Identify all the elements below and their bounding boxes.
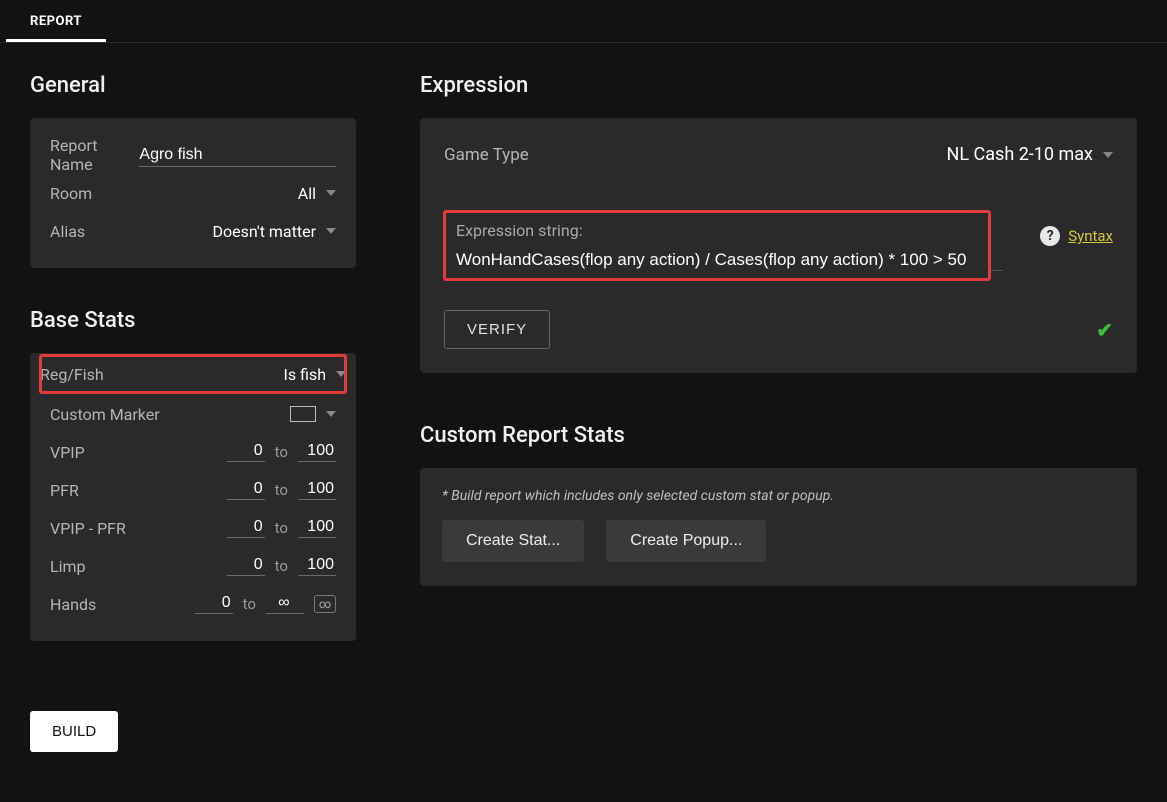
chevron-down-icon [336,371,346,377]
custom-report-card: * Build report which includes only selec… [420,468,1137,586]
tab-report[interactable]: REPORT [6,0,106,42]
hands-to-input[interactable] [266,594,304,614]
pfr-to-input[interactable] [298,480,336,500]
hands-label: Hands [50,595,96,614]
to-word: to [275,481,288,499]
to-word: to [275,557,288,575]
general-card: Report Name Room All Alias Doesn't matte… [30,118,356,268]
expression-card: Game Type NL Cash 2-10 max ? Syntax Expr… [420,118,1137,373]
verify-button[interactable]: VERIFY [444,310,550,349]
pfr-from-input[interactable] [227,480,265,500]
chevron-down-icon [1103,152,1113,158]
expression-string-input[interactable] [456,250,978,270]
vpip-from-input[interactable] [227,442,265,462]
vpip-pfr-to-input[interactable] [298,518,336,538]
alias-label: Alias [50,222,85,241]
regfish-label: Reg/Fish [40,365,104,384]
pfr-label: PFR [50,481,79,500]
room-value: All [298,184,316,203]
create-popup-button[interactable]: Create Popup... [606,520,766,562]
general-heading: General [30,73,356,98]
vpip-label: VPIP [50,443,85,462]
chevron-down-icon [326,190,336,196]
tab-bar: REPORT [0,0,1167,43]
game-type-label: Game Type [444,145,529,165]
room-label: Room [50,184,92,203]
custom-report-note: * Build report which includes only selec… [442,488,1115,504]
regfish-dropdown[interactable]: Is fish [283,365,346,384]
limp-to-input[interactable] [298,556,336,576]
to-word: to [243,595,256,613]
check-icon: ✔ [1096,318,1113,342]
vpip-pfr-label: VPIP - PFR [50,519,126,538]
marker-swatch [290,406,316,422]
report-name-label: Report Name [50,136,139,174]
room-dropdown[interactable]: All [298,184,336,203]
regfish-value: Is fish [283,365,326,384]
custom-marker-label: Custom Marker [50,405,160,424]
base-stats-card: Reg/Fish Is fish Custom Marker VPIP to [30,353,356,641]
alias-dropdown[interactable]: Doesn't matter [213,222,337,241]
infinity-toggle[interactable]: ∞ [314,595,336,613]
to-word: to [275,443,288,461]
to-word: to [275,519,288,537]
chevron-down-icon [326,411,336,417]
hands-from-input[interactable] [195,594,233,614]
report-name-input[interactable] [139,144,336,167]
custom-marker-dropdown[interactable] [290,406,336,422]
build-button[interactable]: BUILD [30,711,118,752]
limp-label: Limp [50,557,86,576]
create-stat-button[interactable]: Create Stat... [442,520,584,562]
expression-heading: Expression [420,73,1137,98]
vpip-to-input[interactable] [298,442,336,462]
limp-from-input[interactable] [227,556,265,576]
chevron-down-icon [326,228,336,234]
vpip-pfr-from-input[interactable] [227,518,265,538]
alias-value: Doesn't matter [213,222,317,241]
game-type-dropdown[interactable]: NL Cash 2-10 max [947,144,1113,165]
game-type-value: NL Cash 2-10 max [947,144,1093,165]
custom-report-heading: Custom Report Stats [420,423,1137,448]
base-stats-heading: Base Stats [30,308,356,333]
expression-string-label: Expression string: [456,221,978,240]
